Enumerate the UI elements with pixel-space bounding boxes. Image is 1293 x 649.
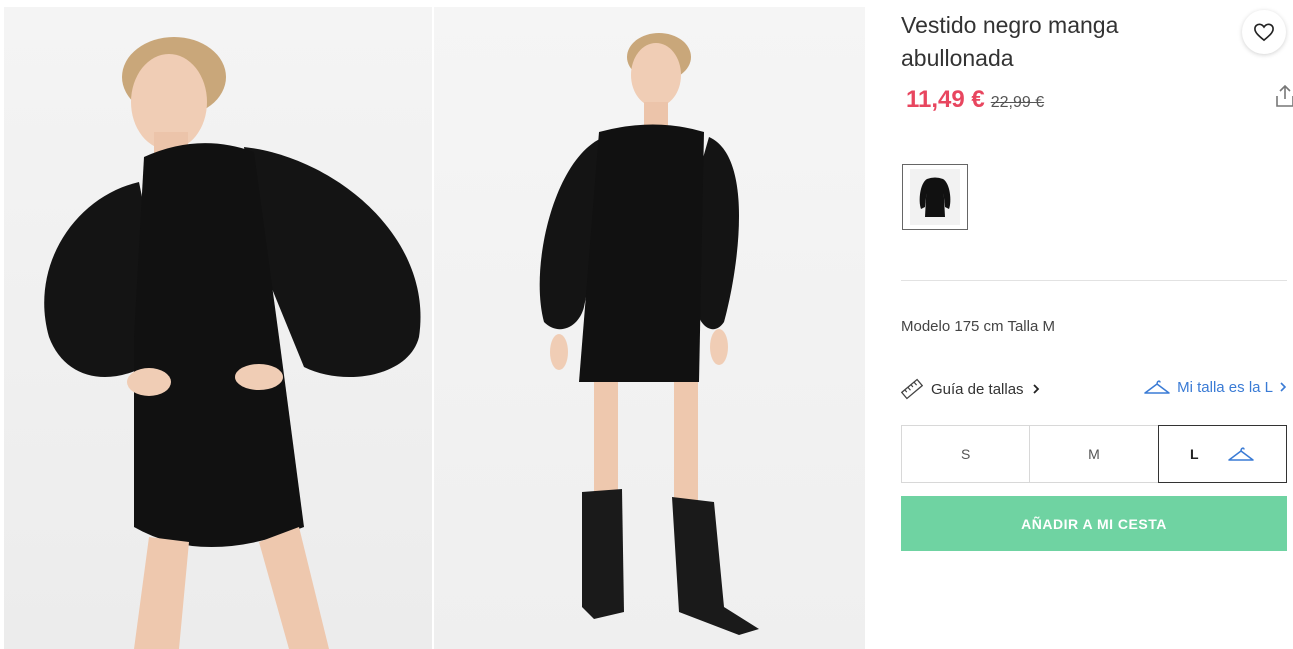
heart-icon xyxy=(1254,23,1274,42)
size-guide-label: Guía de tallas xyxy=(931,380,1024,398)
size-selector: S M L xyxy=(901,425,1287,483)
size-option-l[interactable]: L xyxy=(1157,425,1287,483)
color-swatch-black[interactable] xyxy=(902,164,968,230)
my-size-label: Mi talla es la L xyxy=(1177,378,1273,396)
model-photo-closeup xyxy=(44,37,421,649)
size-label: M xyxy=(1088,446,1100,462)
chevron-right-icon xyxy=(1280,382,1287,392)
dress-thumbnail xyxy=(910,169,960,225)
size-option-m[interactable]: M xyxy=(1030,426,1159,482)
chevron-right-icon xyxy=(1032,384,1039,394)
model-info: Modelo 175 cm Talla M xyxy=(901,318,1055,335)
model-photo-full-body xyxy=(539,33,759,635)
share-icon xyxy=(1276,84,1293,107)
add-to-cart-button[interactable]: AÑADIR A MI CESTA xyxy=(901,496,1287,551)
share-button[interactable] xyxy=(1275,84,1293,110)
divider xyxy=(901,280,1287,281)
product-gallery xyxy=(0,0,866,649)
product-image-full[interactable] xyxy=(434,7,865,649)
size-guide-link[interactable]: Guía de tallas xyxy=(901,378,1040,400)
product-detail-panel: Vestido negro manga abullonada 11,49 € 2… xyxy=(901,0,1293,649)
size-label: L xyxy=(1190,446,1199,462)
original-price: 22,99 € xyxy=(990,94,1045,111)
size-label: S xyxy=(960,446,971,462)
my-size-link[interactable]: Mi talla es la L xyxy=(1143,378,1287,396)
hanger-icon xyxy=(1144,380,1170,394)
hanger-icon xyxy=(1227,447,1254,461)
product-title: Vestido negro manga abullonada xyxy=(901,12,1119,71)
product-image-front[interactable] xyxy=(4,7,432,649)
ruler-icon xyxy=(901,378,923,400)
price-row: 11,49 € 22,99 € xyxy=(906,86,1044,114)
current-price: 11,49 € xyxy=(906,86,985,113)
favorite-button[interactable] xyxy=(1242,10,1286,54)
size-option-s[interactable]: S xyxy=(902,426,1031,482)
